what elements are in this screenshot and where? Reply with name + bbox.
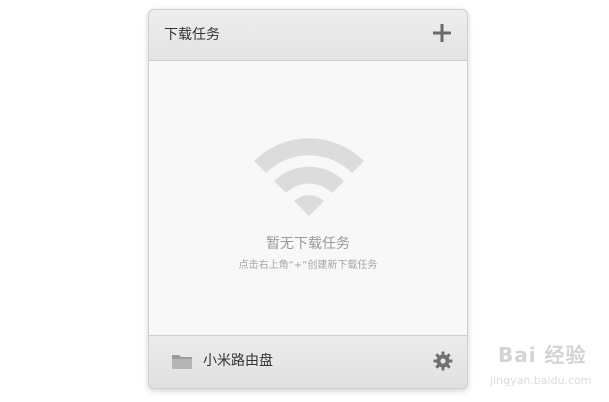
settings-button[interactable] [433, 351, 453, 371]
add-task-button[interactable] [431, 22, 453, 44]
plus-icon [433, 24, 451, 42]
watermark-url: jingyan.baidu.com [490, 374, 592, 387]
panel-footer: 小米路由盘 [149, 335, 467, 388]
storage-location-label[interactable]: 小米路由盘 [203, 351, 273, 371]
folder-icon [172, 355, 192, 369]
baidu-watermark: Bai 经验 jingyan.baidu.com [470, 340, 600, 398]
download-panel: 下载任务 暂无下载任务 点击右上角“+”创建新下载任务 小米路由盘 [148, 9, 468, 389]
empty-state-hint: 点击右上角“+”创建新下载任务 [238, 260, 378, 271]
screen: 下载任务 暂无下载任务 点击右上角“+”创建新下载任务 小米路由盘 Bai 经验… [0, 0, 609, 402]
wifi-icon [254, 138, 364, 216]
empty-state-title: 暂无下载任务 [266, 236, 350, 252]
watermark-text: Bai 经验 [498, 343, 587, 367]
panel-title: 下载任务 [164, 27, 220, 43]
panel-header: 下载任务 [149, 10, 467, 61]
empty-state: 暂无下载任务 点击右上角“+”创建新下载任务 [149, 61, 467, 334]
gear-icon [433, 351, 453, 371]
